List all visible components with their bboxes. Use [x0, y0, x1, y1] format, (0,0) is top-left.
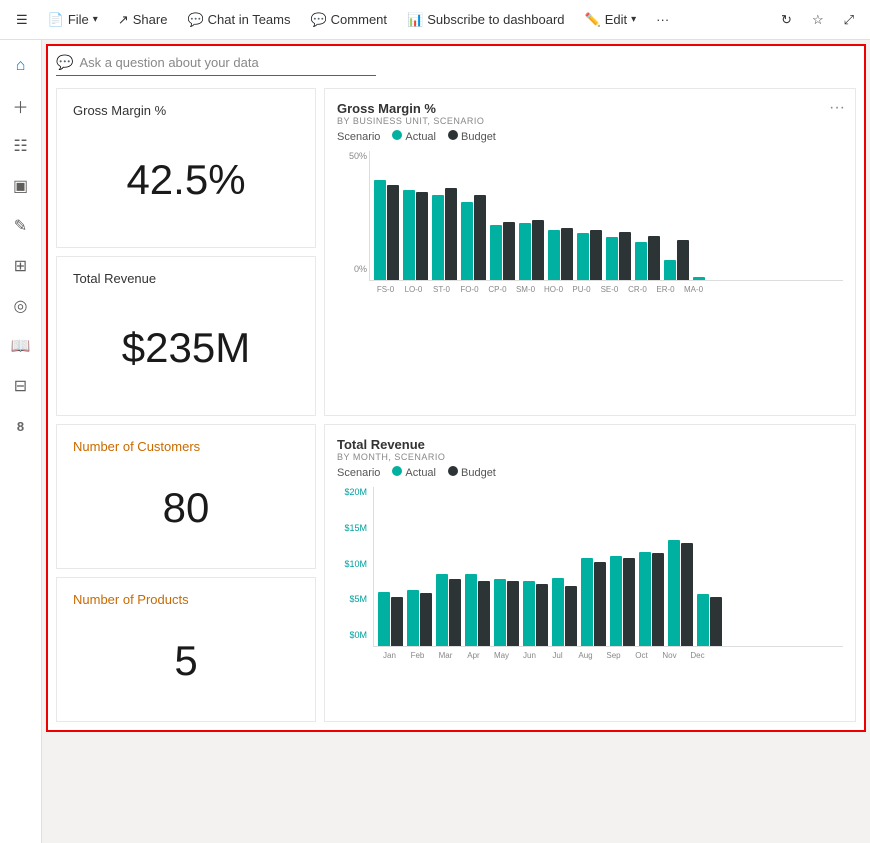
sidebar-add-icon[interactable]: ＋	[3, 88, 39, 124]
teams-icon: 💬	[187, 12, 203, 28]
sidebar-edit-icon[interactable]: ✎	[3, 208, 39, 244]
qa-bar[interactable]: 💬 Ask a question about your data	[56, 54, 376, 76]
bookmark-button[interactable]: ☆	[804, 8, 832, 32]
x-axis-gross-margin: FS-0 LO-0 ST-0 FO-0 CP-0 SM-0 HO-0 PU-0 …	[369, 283, 843, 294]
bookmark-icon: ☆	[812, 12, 824, 28]
sidebar-list-icon[interactable]: ☷	[3, 128, 39, 164]
chart-more-button[interactable]: ···	[829, 99, 845, 117]
kpi-products-title: Number of Products	[73, 592, 299, 607]
chart-total-revenue-title: Total Revenue	[337, 437, 843, 452]
more-button[interactable]: ···	[648, 8, 677, 31]
main-layout: ⌂ ＋ ☷ ▣ ✎ ⊞ ◎ 📖 ⊟ 8 💬 Ask a question abo…	[0, 40, 870, 843]
kpi-gross-margin: Gross Margin % 42.5%	[56, 88, 316, 248]
chevron-down-icon: ▾	[93, 14, 98, 25]
edit-button[interactable]: ✏️ Edit ▾	[577, 8, 645, 32]
kpi-products: Number of Products 5	[56, 577, 316, 722]
dashboard-panel: 💬 Ask a question about your data Gross M…	[46, 44, 866, 732]
sidebar-home-icon[interactable]: ⌂	[3, 48, 39, 84]
chat-in-teams-button[interactable]: 💬 Chat in Teams	[179, 8, 298, 32]
kpi-customers-value: 80	[73, 462, 299, 554]
chart-total-revenue: Total Revenue BY MONTH, SCENARIO Scenari…	[324, 424, 856, 722]
kpi-gross-margin-value: 42.5%	[73, 126, 299, 233]
sidebar-badge-icon[interactable]: 8	[3, 408, 39, 444]
edit-icon: ✏️	[585, 12, 601, 28]
refresh-icon: ↻	[781, 12, 792, 28]
share-icon: ↗	[118, 12, 129, 28]
sidebar-collapse-icon[interactable]: ⊟	[3, 368, 39, 404]
file-button[interactable]: 📄 File ▾	[40, 8, 106, 32]
chart2-legend: Scenario Actual Budget	[337, 466, 843, 479]
chart-gross-margin-title: Gross Margin %	[337, 101, 843, 116]
sidebar-target-icon[interactable]: ◎	[3, 288, 39, 324]
expand-icon: ⤢	[844, 12, 854, 28]
toolbar: ☰ 📄 File ▾ ↗ Share 💬 Chat in Teams 💬 Com…	[0, 0, 870, 40]
hamburger-icon: ☰	[16, 12, 28, 28]
share-button[interactable]: ↗ Share	[110, 8, 176, 32]
chart-total-revenue-subtitle: BY MONTH, SCENARIO	[337, 452, 843, 462]
chart-gross-margin-subtitle: BY BUSINESS UNIT, SCENARIO	[337, 116, 843, 126]
kpi-total-revenue-value: $235M	[73, 294, 299, 401]
gross-margin-bar-chart	[369, 151, 843, 281]
kpi-total-revenue: Total Revenue $235M	[56, 256, 316, 416]
total-revenue-bar-chart	[373, 487, 843, 647]
sidebar-grid-icon[interactable]: ▣	[3, 168, 39, 204]
kpi-products-value: 5	[73, 615, 299, 707]
file-icon: 📄	[48, 12, 64, 28]
kpi-total-revenue-title: Total Revenue	[73, 271, 299, 286]
chart-gross-margin: Gross Margin % BY BUSINESS UNIT, SCENARI…	[324, 88, 856, 416]
qa-placeholder: Ask a question about your data	[79, 55, 258, 70]
subscribe-icon: 📊	[407, 12, 423, 28]
kpi-gross-margin-title: Gross Margin %	[73, 103, 299, 118]
hamburger-button[interactable]: ☰	[8, 8, 36, 32]
sidebar-apps-icon[interactable]: ⊞	[3, 248, 39, 284]
x-axis-revenue: Jan Feb Mar Apr May Jun Jul Aug Sep Oct …	[373, 649, 843, 660]
chart-legend: Scenario Actual Budget	[337, 130, 843, 143]
comment-button[interactable]: 💬 Comment	[302, 8, 395, 32]
content-area: 💬 Ask a question about your data Gross M…	[42, 40, 870, 843]
refresh-button[interactable]: ↻	[773, 8, 800, 32]
comment-icon: 💬	[310, 12, 326, 28]
sidebar-book-icon[interactable]: 📖	[3, 328, 39, 364]
expand-button[interactable]: ⤢	[836, 8, 862, 32]
qa-icon: 💬	[56, 54, 73, 71]
chevron-down-icon: ▾	[631, 14, 636, 25]
kpi-customers-title: Number of Customers	[73, 439, 299, 454]
sidebar: ⌂ ＋ ☷ ▣ ✎ ⊞ ◎ 📖 ⊟ 8	[0, 40, 42, 843]
subscribe-button[interactable]: 📊 Subscribe to dashboard	[399, 8, 573, 32]
kpi-customers: Number of Customers 80	[56, 424, 316, 569]
